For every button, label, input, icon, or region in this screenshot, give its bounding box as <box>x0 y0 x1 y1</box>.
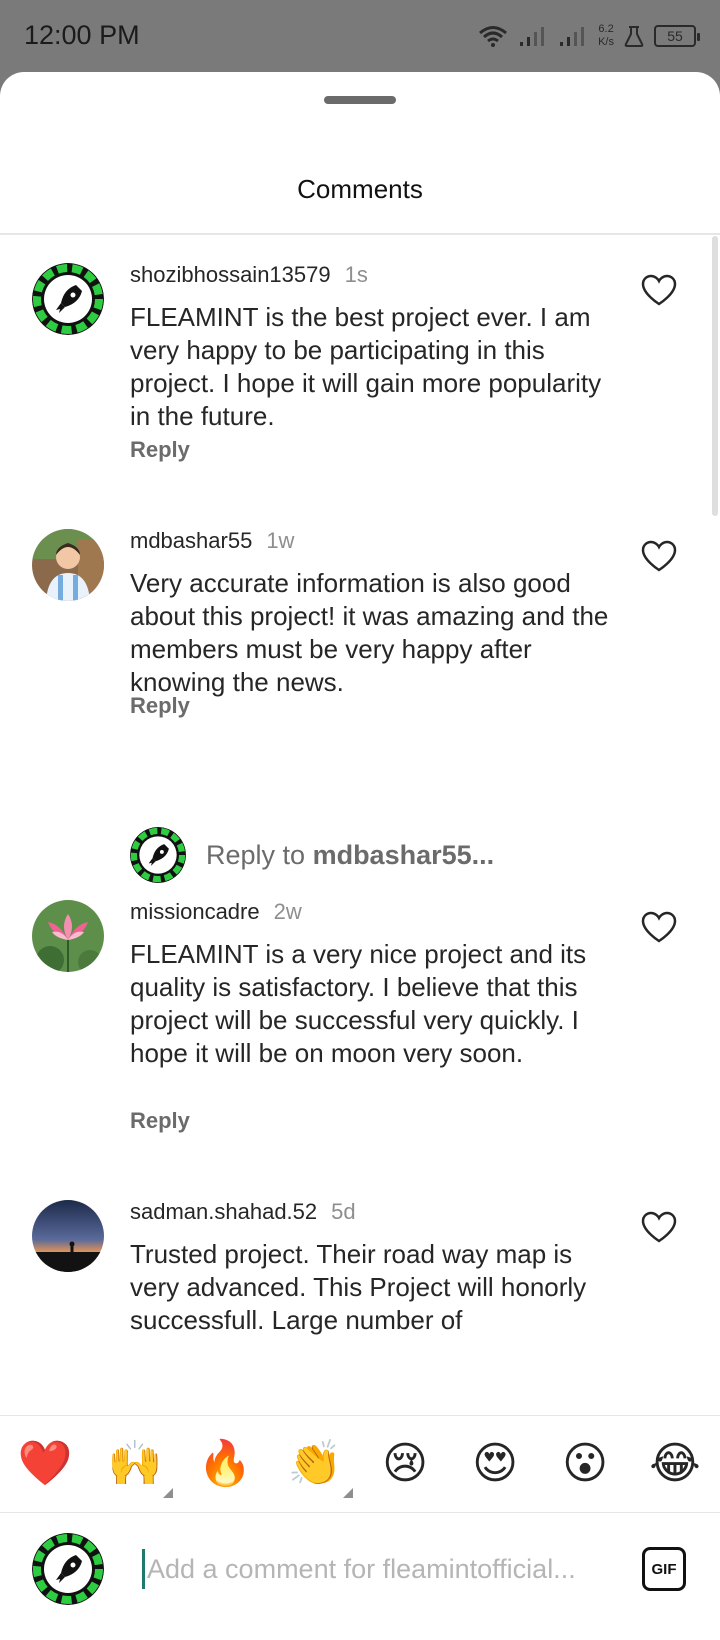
emoji-heart-eyes[interactable]: 😍 <box>465 1434 525 1494</box>
avatar[interactable] <box>32 529 104 601</box>
comments-sheet: Comments shozibhossain13579 1s FLEAMINT … <box>0 72 720 1640</box>
emoji-surprised[interactable]: 😮 <box>555 1434 615 1494</box>
lotus-photo-icon <box>32 900 104 972</box>
wifi-icon <box>479 26 508 47</box>
signal-icon <box>520 27 545 46</box>
comment-item: sadman.shahad.52 5d Trusted project. The… <box>0 1172 720 1415</box>
comment-time: 1s <box>344 262 368 287</box>
rocket-logo-icon <box>32 1533 104 1605</box>
battery-indicator: 55 <box>654 25 700 47</box>
status-icons: 6.2 K/s 55 <box>478 20 700 52</box>
emoji-heart[interactable]: ❤️ <box>15 1434 75 1494</box>
heart-icon[interactable] <box>640 539 678 573</box>
sheet-title: Comments <box>297 174 423 204</box>
comment-username[interactable]: missioncadre <box>130 899 260 925</box>
skin-tone-indicator <box>163 1488 173 1498</box>
comment-text: FLEAMINT is a very nice project and its … <box>130 939 587 1068</box>
emoji-clap[interactable]: 👏 <box>285 1434 353 1498</box>
emoji-fire[interactable]: 🔥 <box>195 1434 255 1494</box>
comment-input[interactable] <box>142 1549 602 1589</box>
comment-time: 5d <box>331 1199 356 1224</box>
comment-username[interactable]: shozibhossain13579 <box>130 262 331 288</box>
drag-handle[interactable] <box>324 96 396 104</box>
rocket-logo-icon <box>32 263 104 335</box>
emoji-raised-hands[interactable]: 🙌 <box>105 1434 173 1498</box>
skin-tone-indicator <box>343 1488 353 1498</box>
user-photo-icon <box>32 529 104 601</box>
avatar[interactable] <box>32 1200 104 1272</box>
emoji-clap-glyph: 👏 <box>287 1439 343 1488</box>
network-speed-value: 6.2 <box>598 23 614 35</box>
network-speed: 6.2 K/s <box>598 23 614 49</box>
heart-icon[interactable] <box>640 910 678 944</box>
comment-item: missioncadre 2w FLEAMINT is a very nice … <box>0 872 720 1162</box>
emoji-laughing[interactable]: 😂 <box>645 1434 705 1494</box>
reply-to-prefix: Reply to <box>206 840 313 870</box>
comment-list[interactable]: shozibhossain13579 1s FLEAMINT is the be… <box>0 235 720 1415</box>
reply-to-text: Reply to mdbashar55... <box>206 840 494 871</box>
comment-time: 1w <box>266 528 295 553</box>
signal-icon-2 <box>560 27 585 46</box>
reply-to-username: mdbashar55... <box>312 840 495 870</box>
emoji-crying[interactable]: 😢 <box>375 1434 435 1494</box>
reply-button[interactable]: Reply <box>130 1108 190 1134</box>
emoji-quick-bar: ❤️ 🙌 🔥 👏 😢 😍 😮 😂 <box>0 1416 720 1512</box>
gif-button[interactable]: GIF <box>642 1547 686 1591</box>
comment-item: shozibhossain13579 1s FLEAMINT is the be… <box>0 235 720 501</box>
status-bar: 12:00 PM 6.2 K/s 55 <box>0 0 720 76</box>
comment-composer: GIF <box>0 1513 720 1623</box>
flask-icon <box>624 26 644 47</box>
system-nav-bar <box>0 1623 720 1640</box>
comment-username[interactable]: mdbashar55 <box>130 528 252 554</box>
comment-text: Trusted project. Their road way map is v… <box>130 1239 587 1335</box>
avatar <box>32 1533 104 1605</box>
sunset-photo-icon <box>32 1200 104 1272</box>
comment-item: mdbashar55 1w Very accurate information … <box>0 501 720 745</box>
reply-button[interactable]: Reply <box>130 693 190 719</box>
status-time: 12:00 PM <box>24 20 140 50</box>
emoji-raised-hands-glyph: 🙌 <box>107 1439 163 1488</box>
reply-button[interactable]: Reply <box>130 437 190 463</box>
comment-text: Very accurate information is also good a… <box>130 568 609 697</box>
comment-text: FLEAMINT is the best project ever. I am … <box>130 302 602 431</box>
avatar[interactable] <box>32 900 104 972</box>
avatar[interactable] <box>32 263 104 335</box>
heart-icon[interactable] <box>640 273 678 307</box>
network-speed-unit: K/s <box>598 36 614 48</box>
comment-time: 2w <box>273 899 302 924</box>
heart-icon[interactable] <box>640 1210 678 1244</box>
comment-username[interactable]: sadman.shahad.52 <box>130 1199 317 1225</box>
